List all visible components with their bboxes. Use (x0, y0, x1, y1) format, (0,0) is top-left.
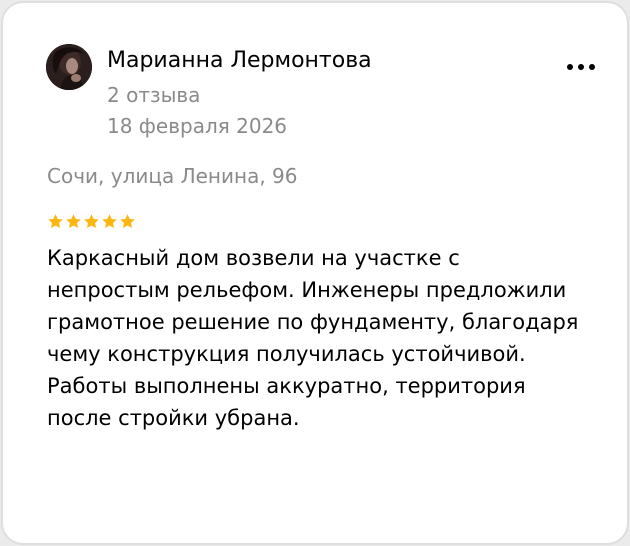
star-icon (66, 214, 81, 229)
rating-stars (47, 213, 136, 231)
avatar-image (46, 44, 92, 90)
star-icon (102, 214, 117, 229)
more-options-button[interactable] (563, 55, 599, 79)
review-text: Каркасный дом возвели на участке с непро… (47, 246, 579, 430)
more-dots-icon (567, 64, 595, 70)
star-icon (48, 214, 63, 229)
star-icon (84, 214, 99, 229)
avatar[interactable] (46, 44, 92, 90)
author-reviews-count: 2 отзыва (107, 83, 201, 107)
author-name[interactable]: Марианна Лермонтова (107, 47, 372, 75)
review-card: Марианна Лермонтова 2 отзыва 18 февраля … (1, 1, 629, 545)
review-address: Сочи, улица Ленина, 96 (47, 164, 298, 188)
star-icon (120, 214, 135, 229)
review-date: 18 февраля 2026 (107, 114, 288, 138)
